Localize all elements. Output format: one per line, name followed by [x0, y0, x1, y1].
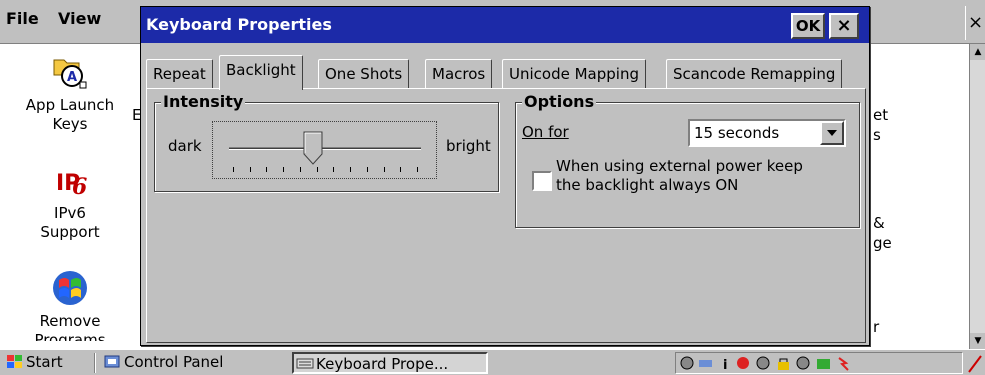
control-panel-icon	[104, 354, 122, 375]
dialog-titlebar[interactable]: Keyboard Properties OK ×	[141, 7, 869, 43]
slider-tick	[299, 167, 301, 172]
slider-tick	[350, 167, 352, 172]
intensity-max-label: bright	[446, 137, 491, 155]
intensity-slider[interactable]	[212, 121, 437, 179]
close-button[interactable]: ×	[829, 13, 859, 39]
taskbar-keyboard-properties[interactable]: Keyboard Prope...	[292, 352, 488, 374]
taskbar-control-panel[interactable]: Control Panel	[102, 352, 282, 374]
slider-tick	[333, 167, 335, 172]
ipv6-support-label-2: Support	[40, 223, 100, 241]
ok-button[interactable]: OK	[791, 13, 825, 39]
background-fragment: et	[873, 106, 889, 124]
external-power-checkbox[interactable]	[532, 171, 552, 191]
tab-strip: Repeat Backlight One Shots Macros Unicod…	[146, 55, 866, 90]
background-fragment: ge	[873, 234, 892, 252]
battery-icon[interactable]	[816, 356, 831, 371]
keyboard-properties-label: Keyboard Prope...	[316, 355, 449, 373]
tab-unicode-mapping[interactable]: Unicode Mapping	[502, 59, 646, 89]
tab-one-shots[interactable]: One Shots	[318, 59, 410, 89]
app-launch-keys-icon: A	[50, 52, 90, 92]
menu-file[interactable]: File	[6, 9, 39, 28]
slider-tick	[233, 167, 234, 172]
keyboard-icon	[296, 355, 314, 375]
ipv6-icon: IP 6	[50, 160, 90, 200]
background-close-button[interactable]: ×	[965, 6, 985, 40]
tab-scancode-remapping[interactable]: Scancode Remapping	[666, 59, 843, 89]
slider-tick	[366, 167, 368, 172]
slider-track	[229, 147, 421, 150]
power-icon[interactable]	[836, 356, 851, 371]
taskbar-separator	[94, 353, 96, 373]
app-launch-keys-item[interactable]: A App Launch Keys	[0, 52, 140, 134]
slider-tick	[383, 167, 385, 172]
on-for-value: 15 seconds	[694, 124, 780, 142]
slider-tick	[316, 167, 318, 172]
options-group-label: Options	[522, 92, 597, 111]
slider-tick	[249, 167, 251, 172]
start-label: Start	[26, 353, 63, 371]
ipv6-support-item[interactable]: IP 6 IPv6 Support	[0, 160, 140, 242]
taskbar: Start Control Panel Keyboard Prope... i	[0, 349, 985, 375]
radio-icon[interactable]	[796, 356, 811, 371]
remove-programs-label-2: Programs	[34, 331, 106, 341]
remove-programs-label-1: Remove	[39, 312, 101, 330]
background-scrollbar[interactable]: ▲ ▼	[969, 44, 985, 349]
control-panel-label: Control Panel	[124, 353, 224, 371]
app-launch-keys-label-2: Keys	[52, 115, 88, 133]
connection-icon[interactable]	[698, 356, 713, 371]
slider-tick	[400, 167, 402, 172]
dialog-title: Keyboard Properties	[146, 15, 332, 34]
lock-icon[interactable]	[776, 356, 791, 371]
slider-tick	[417, 167, 418, 172]
svg-text:i: i	[723, 358, 727, 371]
alert-icon[interactable]	[736, 356, 751, 371]
slider-tick	[283, 167, 285, 172]
start-button[interactable]: Start	[4, 352, 90, 374]
network-icon[interactable]	[680, 356, 695, 371]
ipv6-support-label-1: IPv6	[54, 204, 86, 222]
tab-repeat[interactable]: Repeat	[146, 59, 213, 89]
on-for-select[interactable]: 15 seconds	[688, 119, 846, 147]
tab-backlight[interactable]: Backlight	[219, 55, 303, 90]
app-launch-keys-label-1: App Launch	[25, 96, 115, 114]
background-fragment: &	[873, 214, 885, 232]
remove-programs-item[interactable]: Remove Programs	[0, 268, 140, 341]
slider-tick	[266, 167, 268, 172]
svg-text:6: 6	[72, 174, 87, 200]
menu-view[interactable]: View	[58, 9, 101, 28]
svg-text:A: A	[67, 70, 77, 85]
backlight-panel: Intensity dark bright Options On for 15 …	[146, 88, 866, 343]
sync-icon[interactable]	[756, 356, 771, 371]
background-fragment: r	[873, 318, 880, 336]
on-for-label: On for	[522, 123, 569, 141]
intensity-group: Intensity dark bright	[154, 92, 499, 192]
intensity-min-label: dark	[168, 137, 202, 155]
windows-flag-icon	[6, 354, 24, 375]
pen-icon[interactable]	[967, 352, 983, 374]
chevron-down-icon[interactable]	[820, 121, 844, 145]
intensity-group-label: Intensity	[161, 92, 246, 111]
options-group: Options On for 15 seconds When using ext…	[515, 92, 860, 228]
scroll-down-icon[interactable]: ▼	[970, 333, 985, 349]
scroll-up-icon[interactable]: ▲	[970, 44, 985, 60]
slider-thumb[interactable]	[303, 131, 323, 165]
external-power-label: When using external power keep the backl…	[556, 157, 803, 194]
info-icon[interactable]: i	[718, 356, 733, 373]
background-fragment: s	[873, 126, 881, 144]
remove-programs-icon	[50, 268, 90, 308]
tab-macros[interactable]: Macros	[425, 59, 493, 89]
keyboard-properties-dialog: Keyboard Properties OK × Repeat Backligh…	[140, 6, 870, 346]
system-tray: i	[675, 352, 963, 374]
